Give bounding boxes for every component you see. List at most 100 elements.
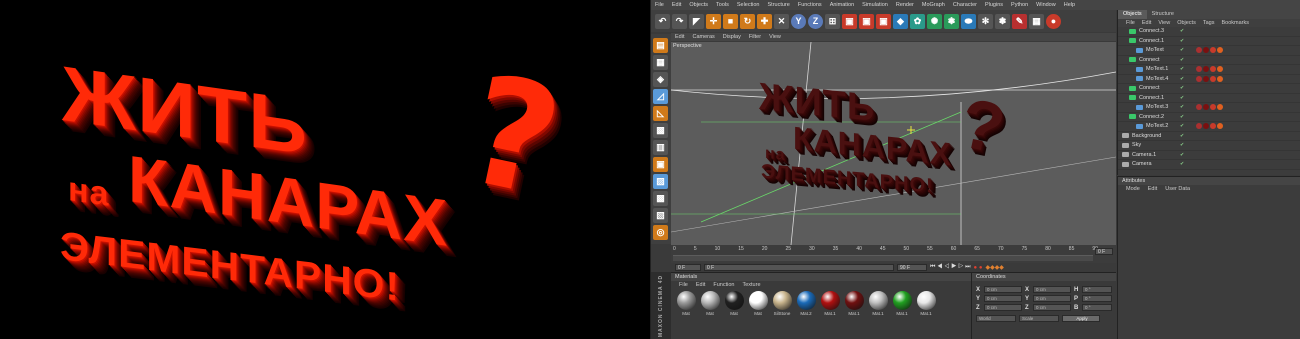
polygons-mode-icon[interactable]: ▩	[653, 123, 668, 138]
python-icon[interactable]: ●	[1046, 13, 1061, 29]
tweak-mode-icon[interactable]: ▨	[653, 174, 668, 189]
pos-z-field[interactable]: 0 cm	[984, 304, 1022, 311]
object-mode-icon[interactable]: ◈	[653, 72, 668, 87]
rotate-icon[interactable]: ↻	[740, 13, 755, 29]
size-x-field[interactable]: 0 cm	[1033, 286, 1071, 293]
attributes-menu-mode[interactable]: Mode	[1126, 186, 1140, 192]
menu-selection[interactable]: Selection	[733, 0, 764, 10]
material-tag-icon[interactable]	[1196, 66, 1202, 73]
material-swatch[interactable]: SilStone	[771, 291, 793, 316]
start-frame-field[interactable]: 0 F	[675, 264, 701, 271]
keyframe-icons[interactable]: ◆◆◆◆	[985, 264, 1003, 271]
viewport-menu-filter[interactable]: Filter	[745, 33, 765, 41]
material-tag-icon[interactable]	[1196, 123, 1202, 130]
select-icon[interactable]: ◤	[689, 13, 704, 29]
tab-structure[interactable]: Structure	[1147, 10, 1179, 19]
tab-objects[interactable]: Objects	[1118, 10, 1147, 19]
material-tag-icon[interactable]	[1196, 104, 1202, 111]
material-swatch[interactable]: Mat.1	[819, 291, 841, 316]
deformer-icon[interactable]: ⬬	[961, 13, 976, 29]
menu-plugins[interactable]: Plugins	[981, 0, 1007, 10]
nurbs-icon[interactable]: ✿	[910, 13, 925, 29]
material-swatch[interactable]: Mat.1	[891, 291, 913, 316]
object-row[interactable]: Sky ✔	[1118, 141, 1300, 151]
coordinate-system-icon[interactable]: ⊞	[825, 13, 840, 29]
play-controls-icon[interactable]: ⏮ ◀ ◁ ▶ ▷ ⏭	[930, 264, 971, 271]
material-tag-icon[interactable]	[1203, 104, 1209, 111]
visibility-check-icon[interactable]: ✔	[1180, 57, 1184, 63]
recent-tool-icon[interactable]: ✚	[757, 13, 772, 29]
visibility-check-icon[interactable]: ✔	[1180, 133, 1184, 139]
material-tag-icon[interactable]	[1210, 66, 1216, 73]
material-tag-icon[interactable]	[1203, 66, 1209, 73]
object-row[interactable]: Camera ✔	[1118, 160, 1300, 170]
pos-x-field[interactable]: 0 cm	[984, 286, 1022, 293]
material-tag-icon[interactable]	[1217, 104, 1223, 111]
object-row[interactable]: MoText.4 ✔	[1118, 75, 1300, 84]
viewport-menu-edit[interactable]: Edit	[671, 33, 688, 41]
material-tag-icon[interactable]	[1203, 47, 1209, 54]
rot-p-field[interactable]: 0 °	[1082, 295, 1112, 302]
objects-menu-edit[interactable]: Edit	[1142, 20, 1151, 26]
render-picture-viewer-icon[interactable]: ▣	[859, 13, 874, 29]
world-dropdown[interactable]: World	[976, 315, 1016, 322]
perspective-viewport[interactable]: Perspective ЖИТЬ на КАНАРАХ ЭЛЕМЕНТАРНО!…	[671, 42, 1116, 245]
material-tag-icon[interactable]	[1217, 66, 1223, 73]
object-row[interactable]: Connect.3 ✔	[1118, 27, 1300, 37]
material-tag-icon[interactable]	[1217, 47, 1223, 54]
menu-edit[interactable]: Edit	[668, 0, 685, 10]
visibility-check-icon[interactable]: ✔	[1180, 95, 1184, 101]
apply-button[interactable]: Apply	[1062, 315, 1100, 322]
material-swatch[interactable]: Mat.1	[843, 291, 865, 316]
visibility-check-icon[interactable]: ✔	[1180, 38, 1184, 44]
material-tag-icon[interactable]	[1210, 75, 1216, 82]
visibility-check-icon[interactable]: ✔	[1180, 85, 1184, 91]
object-row[interactable]: MoText.3 ✔	[1118, 103, 1300, 113]
render-settings-icon[interactable]: ▣	[876, 13, 891, 29]
material-tag-icon[interactable]	[1210, 47, 1216, 54]
hair-icon[interactable]: ▦	[1029, 13, 1044, 29]
material-tag-icon[interactable]	[1210, 104, 1216, 111]
end-frame-field[interactable]: 90 F	[897, 264, 927, 271]
timeline-ruler[interactable]	[673, 255, 1093, 261]
visibility-check-icon[interactable]: ✔	[1180, 152, 1184, 158]
cube-icon[interactable]: ◆	[893, 13, 908, 29]
object-row[interactable]: Connect.1 ✔	[1118, 37, 1300, 46]
frame-range-slider[interactable]: 0 F	[704, 264, 894, 271]
object-row[interactable]: Connect ✔	[1118, 56, 1300, 65]
array-icon[interactable]: ✺	[927, 13, 942, 29]
axis-mode-icon[interactable]: ▣	[653, 157, 668, 172]
uv-mode-icon[interactable]: ▥	[653, 140, 668, 155]
undo-icon[interactable]: ↶	[655, 13, 670, 29]
workplane-icon[interactable]: ▧	[653, 208, 668, 223]
object-row[interactable]: MoText ✔	[1118, 46, 1300, 56]
material-tag-icon[interactable]	[1203, 75, 1209, 82]
z-axis-icon[interactable]: Z	[808, 13, 823, 29]
timeline-end-marker[interactable]: 0 F	[1095, 248, 1113, 255]
size-y-field[interactable]: 0 cm	[1033, 295, 1071, 302]
menu-render[interactable]: Render	[892, 0, 918, 10]
rot-h-field[interactable]: 0 °	[1082, 286, 1112, 293]
objects-menu-file[interactable]: File	[1126, 20, 1135, 26]
menu-functions[interactable]: Functions	[794, 0, 826, 10]
visibility-check-icon[interactable]: ✔	[1180, 66, 1184, 72]
rot-b-field[interactable]: 0 °	[1082, 304, 1112, 311]
material-tag-icon[interactable]	[1210, 123, 1216, 130]
attributes-menu-edit[interactable]: Edit	[1148, 186, 1157, 192]
points-mode-icon[interactable]: ◿	[653, 89, 668, 104]
light-icon[interactable]: ✎	[1012, 13, 1027, 29]
material-tag-icon[interactable]	[1196, 47, 1202, 54]
viewport-menu-view[interactable]: View	[765, 33, 785, 41]
material-tag-icon[interactable]	[1196, 75, 1202, 82]
texture-mode-icon[interactable]: ▩	[653, 191, 668, 206]
visibility-check-icon[interactable]: ✔	[1180, 123, 1184, 129]
object-row[interactable]: Camera.1 ✔	[1118, 151, 1300, 160]
object-row[interactable]: Background ✔	[1118, 132, 1300, 141]
material-swatch[interactable]: Mat.1	[867, 291, 889, 316]
menu-character[interactable]: Character	[949, 0, 981, 10]
visibility-check-icon[interactable]: ✔	[1180, 114, 1184, 120]
visibility-check-icon[interactable]: ✔	[1180, 161, 1184, 167]
y-axis-icon[interactable]: Y	[791, 13, 806, 29]
material-tag-icon[interactable]	[1217, 123, 1223, 130]
render-view-icon[interactable]: ▣	[842, 13, 857, 29]
